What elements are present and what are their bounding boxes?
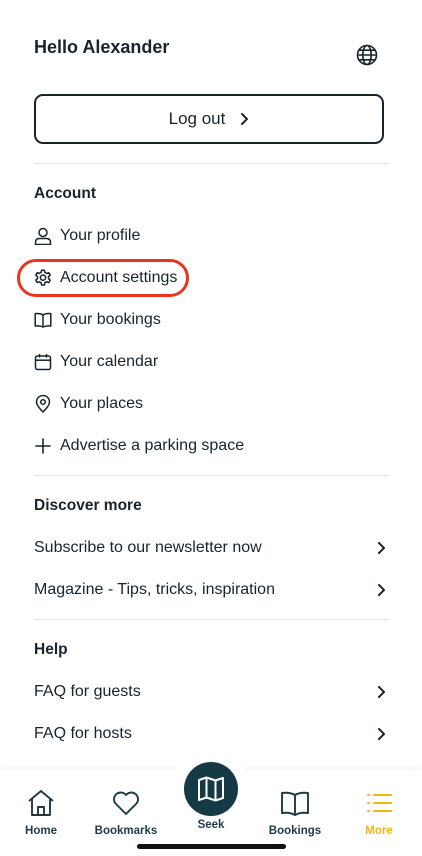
link-item-faq-guests[interactable]: FAQ for guests: [34, 678, 388, 706]
tab-bookings[interactable]: Bookings: [255, 788, 335, 837]
tab-more[interactable]: More: [339, 788, 419, 837]
home-indicator: [137, 844, 286, 849]
chevron-right-icon: [376, 541, 386, 555]
menu-list-icon: [364, 788, 394, 818]
menu-item-your-calendar[interactable]: Your calendar: [34, 348, 388, 376]
divider: [34, 163, 388, 164]
tab-home[interactable]: Home: [1, 788, 81, 837]
menu-item-your-places[interactable]: Your places: [34, 390, 388, 418]
link-item-newsletter[interactable]: Subscribe to our newsletter now: [34, 534, 388, 562]
menu-item-label: Advertise a parking space: [60, 437, 245, 454]
tab-label: Home: [25, 825, 57, 837]
section-title-help: Help: [34, 641, 68, 658]
section-title-discover: Discover more: [34, 497, 142, 514]
menu-item-label: Your places: [60, 395, 144, 412]
link-item-label: Subscribe to our newsletter now: [34, 539, 262, 556]
link-item-label: FAQ for guests: [34, 683, 141, 700]
tab-label: Bookings: [268, 825, 322, 837]
chevron-right-icon: [239, 112, 249, 126]
tab-label: More: [365, 825, 393, 837]
home-icon: [26, 788, 56, 818]
user-icon: [34, 227, 52, 245]
more-screen: Hello Alexander Log out Account Your pro…: [0, 0, 422, 856]
calendar-icon: [34, 353, 52, 371]
location-pin-icon: [34, 395, 52, 413]
tab-label: Bookmarks: [94, 825, 158, 837]
plus-icon: [34, 437, 52, 455]
link-item-faq-hosts[interactable]: FAQ for hosts: [34, 720, 388, 748]
header: Hello Alexander: [34, 34, 388, 74]
menu-item-label: Account settings: [60, 269, 178, 286]
book-icon: [280, 788, 310, 818]
tab-seek[interactable]: [184, 762, 238, 816]
globe-icon[interactable]: [356, 44, 378, 66]
logout-button[interactable]: Log out: [34, 94, 384, 144]
divider: [34, 619, 388, 620]
chevron-right-icon: [376, 685, 386, 699]
chevron-right-icon: [376, 583, 386, 597]
gear-icon: [34, 269, 52, 287]
book-icon: [34, 311, 52, 329]
menu-item-your-bookings[interactable]: Your bookings: [34, 306, 388, 334]
chevron-right-icon: [376, 727, 386, 741]
menu-item-advertise-parking[interactable]: Advertise a parking space: [34, 432, 388, 460]
divider: [34, 475, 388, 476]
link-item-magazine[interactable]: Magazine - Tips, tricks, inspiration: [34, 576, 388, 604]
map-icon: [197, 776, 225, 802]
menu-item-label: Your calendar: [60, 353, 159, 370]
tab-bookmarks[interactable]: Bookmarks: [86, 788, 166, 837]
link-item-label: FAQ for hosts: [34, 725, 132, 742]
menu-item-account-settings[interactable]: Account settings: [34, 264, 388, 292]
logout-label: Log out: [168, 109, 226, 128]
link-item-label: Magazine - Tips, tricks, inspiration: [34, 581, 275, 598]
section-title-account: Account: [34, 185, 96, 202]
heart-icon: [111, 788, 141, 818]
menu-item-label: Your profile: [60, 227, 141, 244]
tab-seek-label: Seek: [197, 819, 225, 831]
greeting-title: Hello Alexander: [34, 37, 170, 57]
menu-item-label: Your bookings: [60, 311, 161, 328]
menu-item-your-profile[interactable]: Your profile: [34, 222, 388, 250]
